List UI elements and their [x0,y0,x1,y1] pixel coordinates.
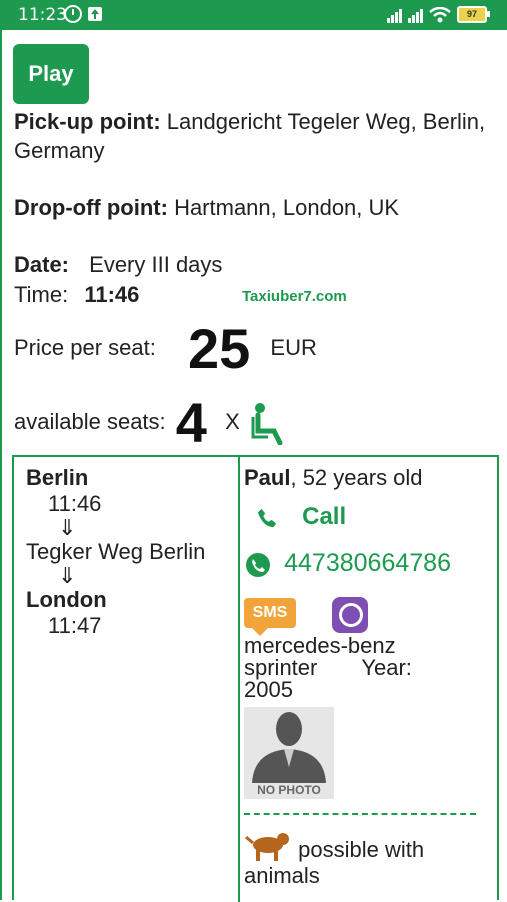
driver-photo: NO PHOTO [244,707,334,800]
seats-x: X [225,409,240,434]
driver-age: , 52 years old [290,465,423,490]
seats-label: available seats: [14,409,166,434]
vehicle-make: mercedes-benz [244,633,396,659]
animals-row: possible with animals [244,829,494,889]
time-value: 11:46 [84,282,140,307]
table-divider [238,457,240,902]
time-label: Time: [14,282,69,307]
price-row: Price per seat: 25 EUR [14,316,494,380]
seats-row: available seats: 4 X [14,390,494,454]
battery-icon: 97 [457,6,490,23]
driver-column: Paul, 52 years old Call 447380664786 SMS… [244,465,494,889]
upload-icon [88,7,102,21]
no-photo-label: NO PHOTO [257,783,321,798]
route-column: Berlin 11:46 ⇓ Tegker Weg Berlin ⇓ Londo… [26,465,236,639]
route-from-time: 11:46 [48,491,102,516]
driver-name: Paul [244,465,291,490]
route-to-time: 11:47 [48,613,102,638]
vehicle-year: 2005 [244,677,293,703]
price-currency: EUR [270,335,317,360]
vehicle-info: mercedes-benz sprinter Year: 2005 [244,635,494,701]
dog-icon [245,833,289,862]
messaging-links: SMS [244,597,494,637]
route-arrow-2: ⇓ [58,563,77,588]
status-time: 11:23 [18,5,67,25]
price-label: Price per seat: [14,335,156,360]
route-to-city: London [26,587,107,612]
viber-icon[interactable] [332,597,369,634]
date-label: Date: [14,252,70,277]
ride-details: Play Pick-up point: Landgericht Tegeler … [0,30,507,902]
route-from-city: Berlin [26,465,89,490]
route-stop: Tegker Weg Berlin [26,539,206,564]
whatsapp-icon [246,553,270,578]
pickup-label: Pick-up point: [14,109,161,134]
price-value: 25 [187,317,251,381]
dropoff-value: Hartmann, London, UK [174,195,400,220]
site-link[interactable]: Taxiuber7.com [242,288,347,305]
alarm-icon [64,5,82,23]
pickup-row: Pick-up point: Landgericht Tegeler Weg, … [14,107,494,165]
whatsapp-number: 447380664786 [284,549,451,577]
vehicle-year-label: Year: [361,655,412,681]
seats-value: 4 [175,391,207,455]
person-silhouette-icon [252,712,326,784]
call-label: Call [302,503,347,530]
signal-icon [387,7,402,23]
date-row: Date: Every III days [14,250,494,279]
play-button[interactable]: Play [13,44,89,104]
call-button[interactable]: Call [256,503,494,531]
sms-button[interactable]: SMS [244,598,296,637]
phone-icon [257,509,277,528]
signal-2-icon [408,7,423,23]
status-bar: 11:23 97 [0,0,507,30]
section-divider [244,813,476,816]
seat-icon [251,403,283,446]
date-value: Every III days [89,252,223,277]
wifi-icon [429,7,451,23]
whatsapp-link[interactable]: 447380664786 [244,549,494,579]
driver-info: Paul, 52 years old [244,465,494,491]
route-arrow-1: ⇓ [58,515,77,540]
trip-table: Berlin 11:46 ⇓ Tegker Weg Berlin ⇓ Londo… [12,455,499,902]
dropoff-label: Drop-off point: [14,195,168,220]
dropoff-row: Drop-off point: Hartmann, London, UK [14,193,494,222]
